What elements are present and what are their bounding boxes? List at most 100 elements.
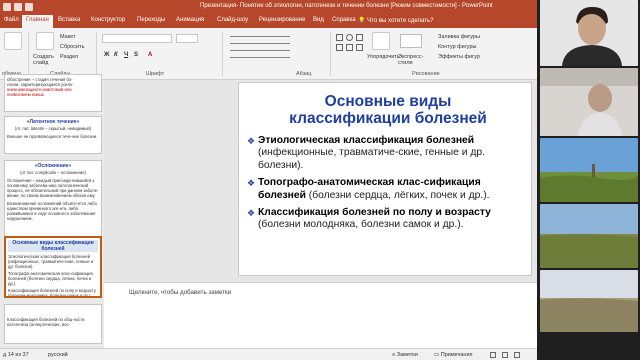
participant-video-tile[interactable] xyxy=(540,138,638,202)
tab-view[interactable]: Вид xyxy=(313,17,324,23)
slide-thumbnails-pane[interactable]: Обострение – стадия течения бо- лезни, х… xyxy=(0,74,104,348)
slide-thumbnail[interactable]: Обострение – стадия течения бо- лезни, х… xyxy=(4,74,102,112)
notes-pane[interactable]: Щелкните, чтобы добавить заметки xyxy=(104,282,537,348)
oval-shape-icon[interactable] xyxy=(346,34,353,41)
shape-fill-button[interactable]: Заливка фигуры xyxy=(438,34,480,40)
underline-icon[interactable]: Ч xyxy=(124,52,131,60)
tab-animation[interactable]: Анимация xyxy=(176,17,204,23)
lightbulb-icon: 💡 xyxy=(358,18,366,24)
thumbnail-text: Осложнение – каждый присоеди-нившийся к … xyxy=(7,178,99,198)
ribbon: обмена Создать слайд Макет Сбросить Разд… xyxy=(0,28,537,80)
tab-transitions[interactable]: Переходы xyxy=(137,17,165,23)
slide-thumbnail[interactable]: «Осложнение» (от лат. complicatio – осло… xyxy=(4,160,102,242)
reset-button[interactable]: Сбросить xyxy=(60,44,84,50)
thumbnail-text: Классификация болезней по общ-ности пато… xyxy=(7,317,85,327)
slide-sorter-icon[interactable] xyxy=(502,352,508,358)
window-title: Презентация- Понятие об этиологии, патог… xyxy=(200,3,493,9)
paste-icon[interactable] xyxy=(4,32,22,50)
arrange-icon[interactable] xyxy=(372,32,390,50)
divider xyxy=(28,32,29,76)
section-button[interactable]: Раздел xyxy=(60,54,78,60)
undo-icon[interactable] xyxy=(14,3,22,11)
shadow-icon[interactable]: S xyxy=(134,52,141,60)
thumbnail-title: Основные виды классификации болезней xyxy=(8,240,98,252)
triangle-shape-icon[interactable] xyxy=(356,34,363,41)
arrow-shape-icon[interactable] xyxy=(346,44,353,51)
tab-file[interactable]: Файл xyxy=(4,17,19,23)
slide-thumbnail[interactable]: Классификация болезней по общ-ности пато… xyxy=(4,304,102,344)
thumbnail-text: Этиологическая классификация болезней (и… xyxy=(8,254,94,269)
video-participants-panel xyxy=(537,0,640,360)
divider xyxy=(222,32,223,76)
font-name-box[interactable] xyxy=(102,34,172,43)
redo-icon[interactable] xyxy=(25,3,33,11)
slide-title-line: классификации болезней xyxy=(289,110,487,127)
thumbnail-text: Топографо-анатомическая клас-сификация б… xyxy=(8,271,93,286)
participant-video-tile[interactable] xyxy=(540,68,638,136)
quick-styles-icon[interactable] xyxy=(400,34,422,48)
bullet-item: ❖ Этиологическая классификация болезней … xyxy=(247,135,531,172)
participant-video-tile[interactable] xyxy=(540,270,638,332)
bullet-item: ❖ Классификация болезней по полу и возра… xyxy=(247,207,531,232)
comments-toggle-label: Примечания xyxy=(440,352,473,358)
line-shape-icon[interactable] xyxy=(336,44,343,51)
font-group-label: Шрифт xyxy=(146,71,165,77)
tab-review[interactable]: Рецензирование xyxy=(259,17,305,23)
bullet-text: (болезни сердца, лёгких, почек и др.). xyxy=(305,189,490,201)
layout-button[interactable]: Макет xyxy=(60,34,76,40)
participant-video-tile[interactable] xyxy=(540,204,638,268)
slide-title[interactable]: Основные виды классификации болезней xyxy=(249,93,527,127)
drawing-group-label: Рисование xyxy=(412,71,440,77)
font-color-icon[interactable]: A xyxy=(148,52,155,60)
shape-outline-button[interactable]: Контур фигуры xyxy=(438,44,476,50)
slide-thumbnail-selected[interactable]: Основные виды классификации болезней Эти… xyxy=(4,236,102,298)
list-icon[interactable] xyxy=(230,36,290,44)
align-icon[interactable] xyxy=(230,50,290,58)
slide-thumbnail[interactable]: «Латентное течение» (от. лат. latentis –… xyxy=(4,116,102,154)
tab-help[interactable]: Справка xyxy=(332,17,356,23)
bullet-item: ❖ Топографо-анатомическая клас-сификация… xyxy=(247,177,531,202)
star-shape-icon[interactable] xyxy=(356,44,363,51)
tab-design[interactable]: Конструктор xyxy=(91,17,125,23)
tab-home[interactable]: Главная xyxy=(22,15,53,28)
new-slide-icon[interactable] xyxy=(36,32,54,50)
landscape-video-icon xyxy=(540,204,638,268)
language-indicator[interactable]: русский xyxy=(48,352,68,358)
thumbnail-text: появлением новых. xyxy=(7,92,45,97)
help-search[interactable]: 💡 Что вы хотите сделать? xyxy=(358,17,433,24)
landscape-video-icon xyxy=(540,138,638,202)
bullet-text: (болезни молодняка, болезни самок и др.)… xyxy=(258,219,464,231)
notes-placeholder[interactable]: Щелкните, чтобы добавить заметки xyxy=(129,289,231,296)
title-bar: Презентация- Понятие об этиологии, патог… xyxy=(0,0,537,14)
bullet-list[interactable]: ❖ Этиологическая классификация болезней … xyxy=(247,135,531,237)
bullet-icon: ❖ xyxy=(247,178,256,189)
reading-view-icon[interactable] xyxy=(514,352,520,358)
bullet-icon: ❖ xyxy=(247,136,256,146)
rectangle-shape-icon[interactable] xyxy=(336,34,343,41)
bullet-text: (инфекционные, травматиче-ские, генные и… xyxy=(258,147,485,171)
tab-insert[interactable]: Вставка xyxy=(58,17,80,23)
italic-icon[interactable]: К xyxy=(114,52,121,60)
divider xyxy=(96,32,97,76)
bullet-bold-text: Этиологическая классификация болезней xyxy=(258,135,475,146)
quick-styles-button[interactable]: Экспресс-стили xyxy=(398,54,430,66)
save-icon[interactable] xyxy=(3,3,11,11)
create-slide-button[interactable]: Создать слайд xyxy=(33,54,57,66)
font-size-box[interactable] xyxy=(176,34,198,43)
shape-effects-button[interactable]: Эффекты фигур xyxy=(438,54,480,60)
bullet-icon: ❖ xyxy=(247,208,256,219)
status-bar: д 14 из 37 русский ≡ Заметки ▭ Примечани… xyxy=(0,348,537,360)
thumbnail-text: Возникновение осложнений объясн-ется либ… xyxy=(7,201,97,221)
normal-view-icon[interactable] xyxy=(490,352,496,358)
tab-slideshow[interactable]: Слайд-шоу xyxy=(217,17,248,23)
current-slide[interactable]: Основные виды классификации болезней ❖ Э… xyxy=(238,82,532,276)
arrange-button[interactable]: Упорядочить xyxy=(367,54,400,60)
bold-icon[interactable]: Ж xyxy=(104,52,111,60)
slide-counter: д 14 из 37 xyxy=(3,352,29,358)
thumbnail-title: «Осложнение» xyxy=(34,163,72,169)
screen: Презентация- Понятие об этиологии, патог… xyxy=(0,0,640,360)
comments-toggle[interactable]: ▭ Примечания xyxy=(434,352,473,358)
participant-avatar-icon xyxy=(540,0,638,66)
notes-toggle[interactable]: ≡ Заметки xyxy=(392,352,418,358)
participant-video-tile[interactable] xyxy=(540,0,638,66)
